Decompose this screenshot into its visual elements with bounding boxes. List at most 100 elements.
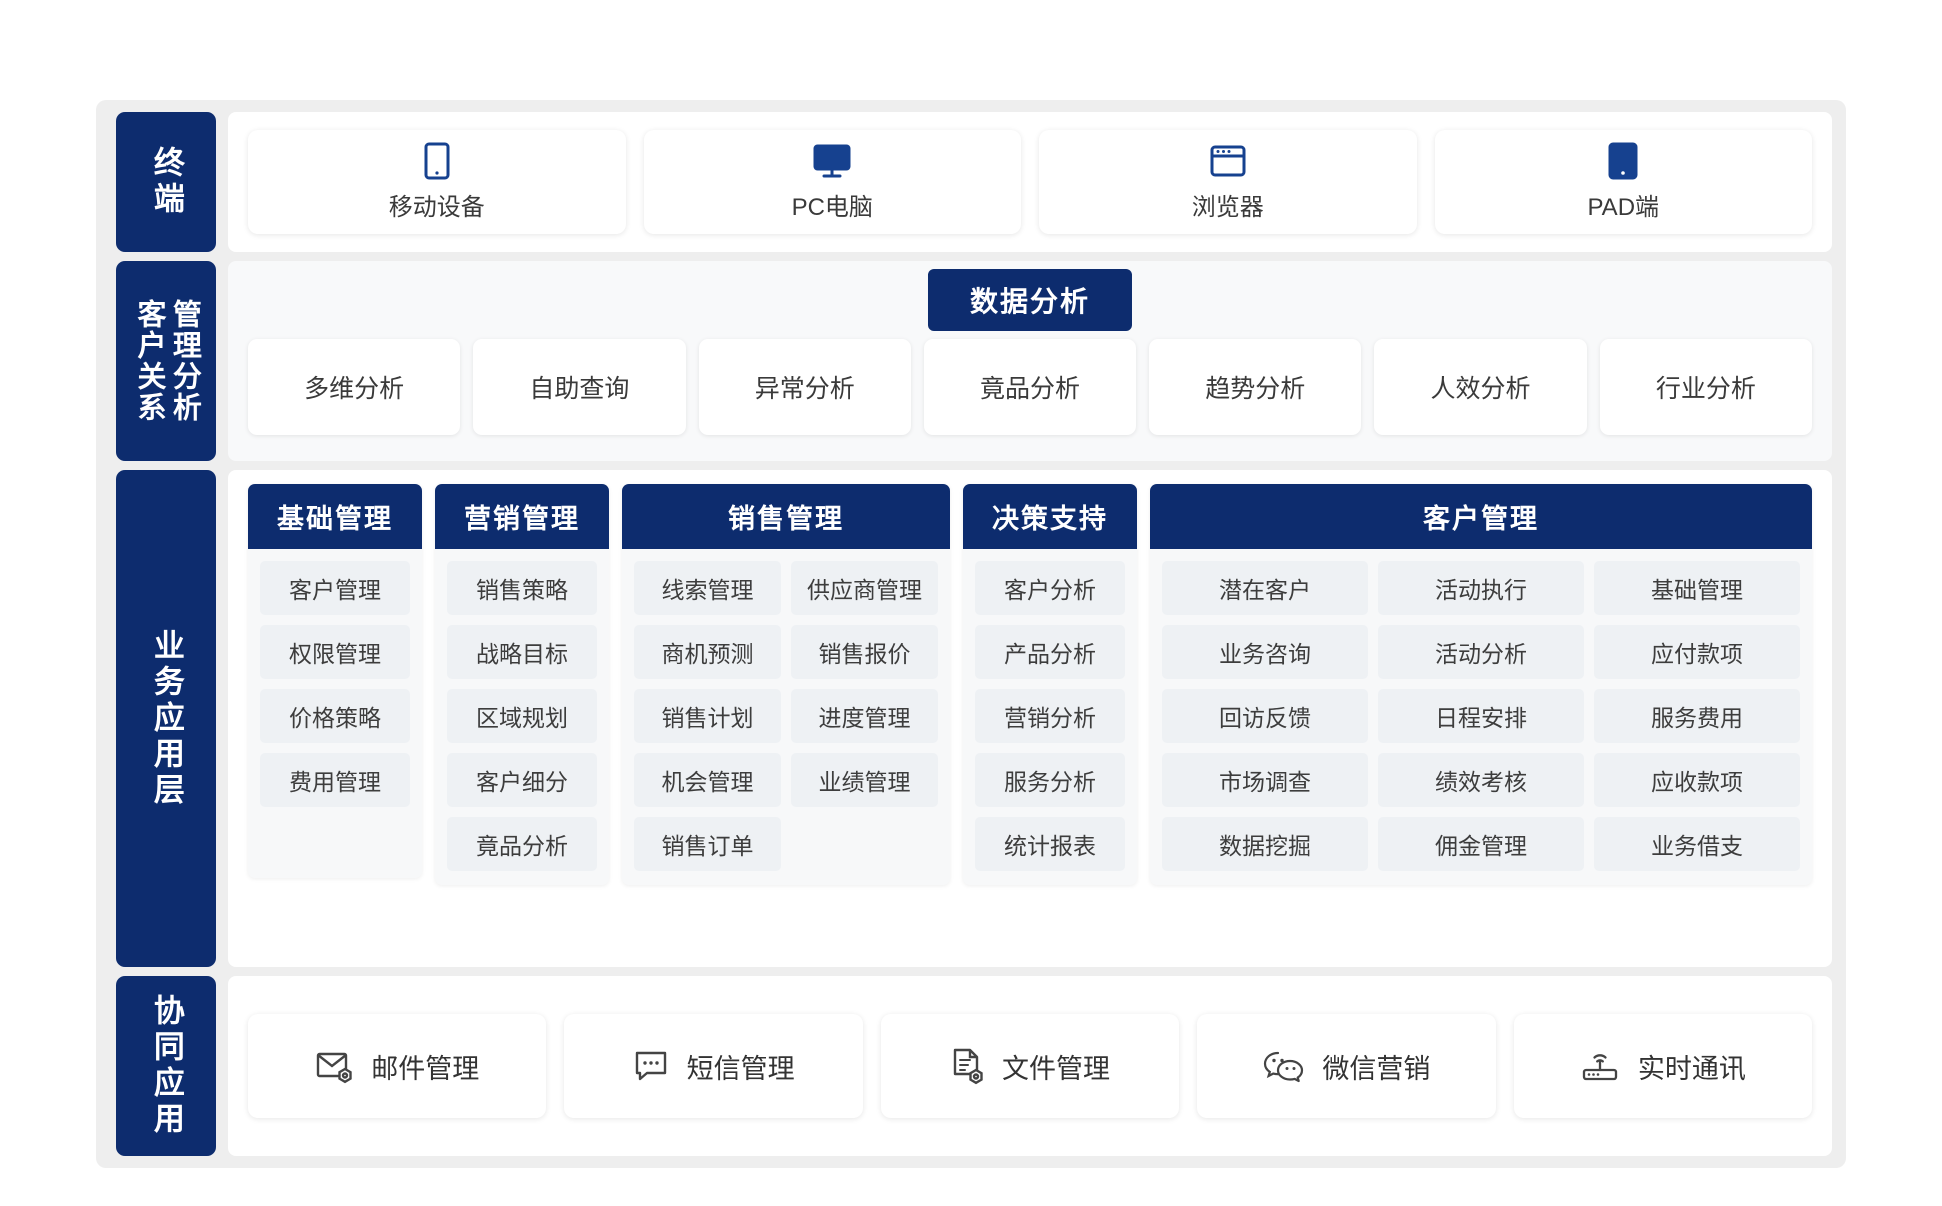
terminal-panel: 移动设备 PC电脑 浏览器 PAD端: [228, 112, 1832, 252]
business-group-sales: 销售管理 线索管理 商机预测 销售计划 机会管理 销售订单 供应商管理 销售报价…: [622, 484, 950, 885]
business-subcolumn: 线索管理 商机预测 销售计划 机会管理 销售订单: [634, 561, 781, 871]
sidebar-label-terminal: 终端: [116, 112, 216, 252]
collab-card-sms[interactable]: 短信管理: [564, 1014, 863, 1118]
business-item[interactable]: 进度管理: [791, 689, 938, 743]
terminal-card-pc[interactable]: PC电脑: [643, 130, 1021, 234]
business-item[interactable]: 费用管理: [260, 753, 410, 807]
sidebar-label-crm-text-left: 客户关系: [133, 299, 165, 423]
business-group-customer: 客户管理 潜在客户 业务咨询 回访反馈 市场调查 数据挖掘 活动执行 活动分析 …: [1150, 484, 1812, 885]
business-item[interactable]: 应付款项: [1594, 625, 1800, 679]
analysis-card-grid: 多维分析 自助查询 异常分析 竟品分析 趋势分析 人效分析 行业分析: [248, 339, 1812, 435]
business-subcolumn: 基础管理 应付款项 服务费用 应收款项 业务借支: [1594, 561, 1800, 871]
business-group-body: 销售策略 战略目标 区域规划 客户细分 竟品分析: [435, 549, 609, 885]
business-item[interactable]: 统计报表: [975, 817, 1125, 871]
sidebar-label-terminal-text: 终端: [148, 146, 184, 218]
business-subcolumn: 客户分析 产品分析 营销分析 服务分析 统计报表: [975, 561, 1125, 871]
analysis-card[interactable]: 人效分析: [1374, 339, 1587, 435]
message-bubble-icon: [633, 1049, 671, 1083]
terminal-card-mobile[interactable]: 移动设备: [248, 130, 626, 234]
business-item[interactable]: 权限管理: [260, 625, 410, 679]
business-item[interactable]: 商机预测: [634, 625, 781, 679]
terminal-card-label: PAD端: [1587, 194, 1660, 221]
business-item[interactable]: 产品分析: [975, 625, 1125, 679]
collab-card-im[interactable]: 实时通讯: [1513, 1014, 1813, 1118]
collab-card-file[interactable]: 文件管理: [880, 1014, 1180, 1118]
analysis-panel: 数据分析 多维分析 自助查询 异常分析 竟品分析 趋势分析 人效分析 行业分析: [228, 261, 1832, 461]
business-item[interactable]: 业务借支: [1594, 817, 1800, 871]
business-item[interactable]: 业绩管理: [791, 753, 938, 807]
analysis-card[interactable]: 竟品分析: [923, 339, 1137, 435]
analysis-title: 数据分析: [927, 269, 1133, 331]
business-item-spacer: [791, 817, 938, 864]
business-group-body: 线索管理 商机预测 销售计划 机会管理 销售订单 供应商管理 销售报价 进度管理…: [622, 549, 950, 885]
business-item[interactable]: 客户分析: [975, 561, 1125, 615]
business-item[interactable]: 市场调查: [1162, 753, 1368, 807]
analysis-card[interactable]: 异常分析: [698, 339, 911, 435]
business-group-decision: 决策支持 客户分析 产品分析 营销分析 服务分析 统计报表: [963, 484, 1137, 885]
mail-settings-icon: [315, 1048, 355, 1084]
business-item[interactable]: 机会管理: [634, 753, 781, 807]
collab-card-label: 邮件管理: [371, 1053, 480, 1084]
business-subcolumn: 潜在客户 业务咨询 回访反馈 市场调查 数据挖掘: [1162, 561, 1368, 871]
business-item[interactable]: 战略目标: [447, 625, 597, 679]
business-item[interactable]: 服务分析: [975, 753, 1125, 807]
business-item[interactable]: 线索管理: [634, 561, 781, 615]
business-item[interactable]: 基础管理: [1594, 561, 1800, 615]
collab-card-label: 微信营销: [1322, 1053, 1431, 1084]
business-item[interactable]: 数据挖掘: [1162, 817, 1368, 871]
business-group-title: 基础管理: [248, 484, 422, 549]
business-item[interactable]: 客户管理: [260, 561, 410, 615]
business-group-grid: 基础管理 客户管理 权限管理 价格策略 费用管理 营销管理 销售策略 战略目标 …: [228, 470, 1832, 967]
diagram-canvas: 终端 移动设备 PC电脑 浏览器 PAD端 客户关系 管理分析 数据分析 多维分…: [0, 0, 1942, 1206]
collab-card-mail[interactable]: 邮件管理: [248, 1014, 547, 1118]
business-item[interactable]: 活动执行: [1378, 561, 1584, 615]
collab-card-wechat[interactable]: 微信营销: [1197, 1014, 1496, 1118]
analysis-inner: 数据分析 多维分析 自助查询 异常分析 竟品分析 趋势分析 人效分析 行业分析: [228, 261, 1832, 461]
collab-card-grid: 邮件管理 短信管理 文件管理 微信营销 实时通讯: [228, 976, 1832, 1156]
business-item[interactable]: 销售报价: [791, 625, 938, 679]
collab-panel: 邮件管理 短信管理 文件管理 微信营销 实时通讯: [228, 976, 1832, 1156]
business-item[interactable]: 价格策略: [260, 689, 410, 743]
business-group-body: 潜在客户 业务咨询 回访反馈 市场调查 数据挖掘 活动执行 活动分析 日程安排 …: [1150, 549, 1812, 885]
analysis-card[interactable]: 自助查询: [473, 339, 686, 435]
business-item[interactable]: 营销分析: [975, 689, 1125, 743]
browser-icon: [1209, 142, 1247, 180]
business-item[interactable]: 业务咨询: [1162, 625, 1368, 679]
business-item[interactable]: 销售订单: [634, 817, 781, 871]
business-item[interactable]: 应收款项: [1594, 753, 1800, 807]
sidebar-label-collab: 协同应用: [116, 976, 216, 1156]
business-item[interactable]: 潜在客户: [1162, 561, 1368, 615]
business-subcolumn: 活动执行 活动分析 日程安排 绩效考核 佣金管理: [1378, 561, 1584, 871]
business-item[interactable]: 客户细分: [447, 753, 597, 807]
architecture-layout: 终端 移动设备 PC电脑 浏览器 PAD端 客户关系 管理分析 数据分析 多维分…: [96, 100, 1846, 1168]
mobile-icon: [422, 142, 452, 180]
business-subcolumn: 供应商管理 销售报价 进度管理 业绩管理: [791, 561, 938, 871]
business-item[interactable]: 区域规划: [447, 689, 597, 743]
business-subcolumn: 客户管理 权限管理 价格策略 费用管理: [260, 561, 410, 864]
business-item[interactable]: 日程安排: [1378, 689, 1584, 743]
sidebar-label-crm: 客户关系 管理分析: [116, 261, 216, 461]
terminal-card-pad[interactable]: PAD端: [1434, 130, 1812, 234]
analysis-card[interactable]: 趋势分析: [1149, 339, 1362, 435]
sidebar-label-business: 业务应用层: [116, 470, 216, 967]
business-item[interactable]: 服务费用: [1594, 689, 1800, 743]
terminal-card-browser[interactable]: 浏览器: [1039, 130, 1417, 234]
business-item[interactable]: 销售计划: [634, 689, 781, 743]
business-item[interactable]: 供应商管理: [791, 561, 938, 615]
business-group-body: 客户管理 权限管理 价格策略 费用管理: [248, 549, 422, 878]
business-subcolumn: 销售策略 战略目标 区域规划 客户细分 竟品分析: [447, 561, 597, 871]
business-item[interactable]: 佣金管理: [1378, 817, 1584, 871]
tablet-icon: [1606, 142, 1640, 180]
analysis-card[interactable]: 多维分析: [248, 339, 461, 435]
business-panel: 基础管理 客户管理 权限管理 价格策略 费用管理 营销管理 销售策略 战略目标 …: [228, 470, 1832, 967]
terminal-card-label: 移动设备: [388, 194, 485, 221]
wechat-icon: [1262, 1049, 1306, 1083]
business-item[interactable]: 回访反馈: [1162, 689, 1368, 743]
business-item[interactable]: 绩效考核: [1378, 753, 1584, 807]
business-item[interactable]: 销售策略: [447, 561, 597, 615]
business-item[interactable]: 竟品分析: [447, 817, 597, 871]
collab-card-label: 文件管理: [1002, 1053, 1111, 1084]
collab-card-label: 实时通讯: [1637, 1053, 1746, 1084]
analysis-card[interactable]: 行业分析: [1599, 339, 1812, 435]
business-item[interactable]: 活动分析: [1378, 625, 1584, 679]
